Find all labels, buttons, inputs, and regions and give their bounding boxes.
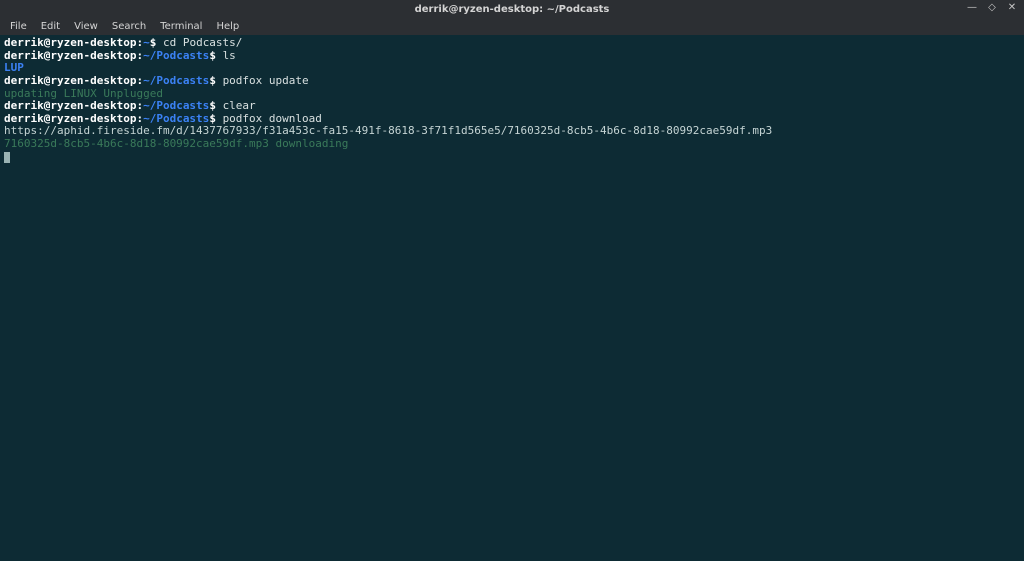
- output-url: https://aphid.fireside.fm/d/1437767933/f…: [4, 124, 772, 137]
- minimize-button[interactable]: —: [966, 2, 978, 14]
- terminal-line: derrik@ryzen-desktop:~/Podcasts$ ls: [4, 50, 1020, 63]
- prompt-user: derrik@ryzen-desktop: [4, 36, 136, 49]
- close-button[interactable]: ✕: [1006, 2, 1018, 14]
- command-text: clear: [223, 99, 256, 112]
- menu-search[interactable]: Search: [106, 19, 152, 34]
- window-controls: — ◇ ✕: [966, 2, 1018, 14]
- menu-file[interactable]: File: [4, 19, 33, 34]
- menu-terminal[interactable]: Terminal: [154, 19, 208, 34]
- prompt-path: ~/Podcasts: [143, 74, 209, 87]
- prompt-user: derrik@ryzen-desktop: [4, 112, 136, 125]
- prompt-user: derrik@ryzen-desktop: [4, 74, 136, 87]
- output-text: updating LINUX Unplugged: [4, 87, 163, 100]
- terminal-cursor-line: [4, 151, 1020, 164]
- prompt-path: ~/Podcasts: [143, 49, 209, 62]
- menu-view[interactable]: View: [68, 19, 104, 34]
- command-text: ls: [223, 49, 236, 62]
- prompt-path: ~: [143, 36, 150, 49]
- prompt-user: derrik@ryzen-desktop: [4, 99, 136, 112]
- window-title: derrik@ryzen-desktop: ~/Podcasts: [415, 4, 610, 15]
- command-text: podfox download: [223, 112, 322, 125]
- menu-help[interactable]: Help: [210, 19, 245, 34]
- command-text: cd Podcasts/: [163, 36, 242, 49]
- prompt-path: ~/Podcasts: [143, 112, 209, 125]
- menubar: File Edit View Search Terminal Help: [0, 18, 1024, 35]
- maximize-button[interactable]: ◇: [986, 2, 998, 14]
- terminal-output[interactable]: derrik@ryzen-desktop:~$ cd Podcasts/ der…: [0, 35, 1024, 561]
- ls-output: LUP: [4, 61, 24, 74]
- prompt-user: derrik@ryzen-desktop: [4, 49, 136, 62]
- prompt-path: ~/Podcasts: [143, 99, 209, 112]
- output-text: 7160325d-8cb5-4b6c-8d18-80992cae59df.mp3…: [4, 137, 348, 150]
- cursor-icon: [4, 152, 10, 163]
- command-text: podfox update: [223, 74, 309, 87]
- terminal-line: 7160325d-8cb5-4b6c-8d18-80992cae59df.mp3…: [4, 138, 1020, 151]
- menu-edit[interactable]: Edit: [35, 19, 66, 34]
- window-titlebar: derrik@ryzen-desktop: ~/Podcasts — ◇ ✕: [0, 0, 1024, 18]
